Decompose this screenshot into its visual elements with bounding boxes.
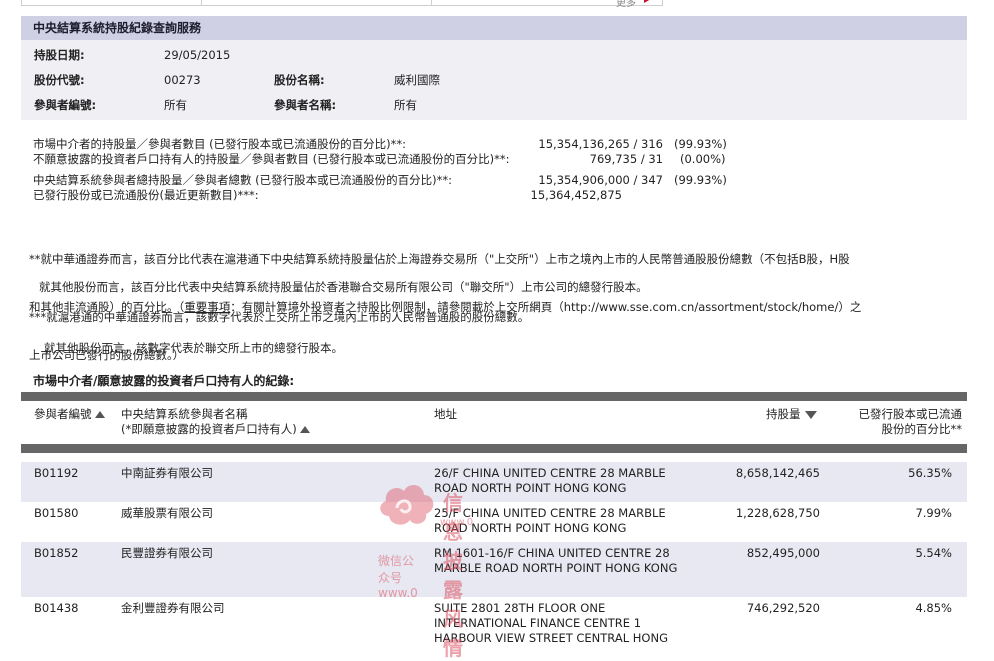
- participant-address: SUITE 2801 28TH FLOOR ONE INTERNATIONAL …: [434, 601, 668, 645]
- shareholding: 1,228,628,750: [735, 506, 820, 520]
- note-hk-total: 就其他股份而言，該數字代表於聯交所上市的總發行股本。: [44, 341, 343, 355]
- note-line: **就中華通證券而言，該百分比代表在滬港通下中央結算系統持股量佔於上海證券交易所…: [29, 252, 850, 266]
- column-header-percent: 已發行股本或已流通 股份的百分比**: [858, 407, 963, 436]
- summary-percent: (99.93%): [674, 173, 727, 187]
- note-hk-percent: 就其他股份而言，該百分比代表中央結算系統持股量佔於香港聯合交易所有限公司（"聯交…: [39, 280, 648, 294]
- summary-row: 已發行股份或已流通股份(最近更新數目)***: 15,364,452,875: [33, 188, 733, 202]
- participant-address: RM 1601-16/F CHINA UNITED CENTRE 28 MARB…: [434, 546, 678, 575]
- summary-label: 市場中介者的持股量／參與者數目 (已發行股本或已流通股份的百分比)**:: [33, 137, 406, 151]
- stock-code-label: 股份代號:: [34, 73, 85, 87]
- table-header-bar: [21, 392, 967, 401]
- shareholding-percent: 5.54%: [915, 546, 952, 560]
- summary-label: 中央結算系統參與者總持股量／參與者總數 (已發行股本或已流通股份的百分比)**:: [33, 173, 452, 187]
- arrow-right-icon: [644, 0, 651, 3]
- participant-id: B01438: [34, 601, 79, 615]
- summary-percent: (99.93%): [674, 137, 727, 151]
- summary-number: 15,364,452,875: [530, 188, 622, 202]
- participant-id-value: 所有: [164, 98, 187, 112]
- summary-number: 15,354,906,000 / 347: [538, 173, 663, 187]
- participant-name: 金利豐證券有限公司: [121, 601, 225, 615]
- column-header-participant-name[interactable]: 中央結算系統參與者名稱 (*即願意披露的投資者戶口持有人): [121, 407, 310, 437]
- stock-code-value: 00273: [164, 73, 201, 87]
- shareholding-percent: 7.99%: [915, 506, 952, 520]
- summary-number: 769,735 / 31: [589, 152, 663, 166]
- participant-id-label: 參與者編號:: [34, 98, 97, 112]
- stock-name-value: 威利國際: [394, 73, 440, 87]
- shareholding: 746,292,520: [746, 601, 820, 615]
- shareholding: 8,658,142,465: [735, 466, 820, 480]
- summary-row: 不願意披露的投資者戶口持有人的持股量／參與者數目 (已發行股本或已流通股份的百分…: [33, 152, 733, 166]
- shareholding-percent: 4.85%: [915, 601, 952, 615]
- participant-name: 中南証券有限公司: [121, 466, 213, 480]
- top-nav-box-middle[interactable]: [201, 0, 433, 6]
- column-header-address: 地址: [434, 407, 457, 421]
- participant-address: 25/F CHINA UNITED CENTRE 28 MARBLE ROAD …: [434, 506, 666, 535]
- top-strip: 更多: [0, 0, 994, 10]
- participant-name: 威華股票有限公司: [121, 506, 213, 520]
- participant-id: B01192: [34, 466, 79, 480]
- info-row-participant: 參與者編號: 所有 參與者名稱: 所有: [21, 92, 967, 118]
- sort-ascending-icon[interactable]: [299, 426, 310, 433]
- column-header-participant-id[interactable]: 參與者編號: [34, 407, 105, 422]
- summary-percent: (0.00%): [680, 152, 726, 166]
- search-criteria-panel: 持股日期: 29/05/2015 股份代號: 00273 股份名稱: 威利國際 …: [21, 40, 967, 120]
- sort-descending-icon[interactable]: [804, 410, 817, 419]
- shareholding: 852,495,000: [746, 546, 820, 560]
- info-row-date: 持股日期: 29/05/2015: [21, 42, 967, 68]
- summary-label: 不願意披露的投資者戶口持有人的持股量／參與者數目 (已發行股本或已流通股份的百分…: [33, 152, 510, 166]
- shareholding-percent: 56.35%: [908, 466, 952, 480]
- summary-row: 中央結算系統參與者總持股量／參與者總數 (已發行股本或已流通股份的百分比)**:…: [33, 173, 733, 187]
- column-header-holding[interactable]: 持股量: [766, 407, 817, 422]
- top-nav-box-left[interactable]: [21, 0, 203, 6]
- summary-number: 15,354,136,265 / 316: [538, 137, 663, 151]
- page-title: 中央結算系統持股紀錄查詢服務: [21, 16, 967, 40]
- table-row: B01852 民豐證券有限公司 RM 1601-16/F CHINA UNITE…: [21, 542, 967, 597]
- table-row: B01192 中南証券有限公司 26/F CHINA UNITED CENTRE…: [21, 462, 967, 502]
- date-label: 持股日期:: [34, 48, 85, 62]
- sort-ascending-icon[interactable]: [94, 411, 105, 418]
- table-header-bar-bottom: [21, 444, 967, 453]
- participant-name-value: 所有: [394, 98, 417, 112]
- participant-id: B01852: [34, 546, 79, 560]
- participant-name-label: 參與者名稱:: [274, 98, 337, 112]
- note-shanghai-total: ***就滬港通的中華通證券而言，該數字代表於上交所上市之境內上市的人民幣普通股的…: [29, 310, 530, 324]
- stock-name-label: 股份名稱:: [274, 73, 325, 87]
- participant-id: B01580: [34, 506, 79, 520]
- summary-label: 已發行股份或已流通股份(最近更新數目)***:: [33, 188, 259, 202]
- info-row-stock: 股份代號: 00273 股份名稱: 威利國際: [21, 67, 967, 93]
- section-title: 市場中介者/願意披露的投資者戶口持有人的紀錄:: [33, 374, 295, 388]
- participant-address: 26/F CHINA UNITED CENTRE 28 MARBLE ROAD …: [434, 466, 666, 495]
- table-header: 參與者編號 中央結算系統參與者名稱 (*即願意披露的投資者戶口持有人) 地址 持…: [21, 401, 967, 444]
- date-value: 29/05/2015: [164, 48, 231, 62]
- table-row: B01580 威華股票有限公司 25/F CHINA UNITED CENTRE…: [21, 502, 967, 542]
- summary-row: 市場中介者的持股量／參與者數目 (已發行股本或已流通股份的百分比)**: 15,…: [33, 137, 733, 151]
- participant-name: 民豐證券有限公司: [121, 546, 213, 560]
- more-link[interactable]: 更多: [616, 0, 636, 9]
- table-row: B01438 金利豐證券有限公司 SUITE 2801 28TH FLOOR O…: [21, 597, 967, 646]
